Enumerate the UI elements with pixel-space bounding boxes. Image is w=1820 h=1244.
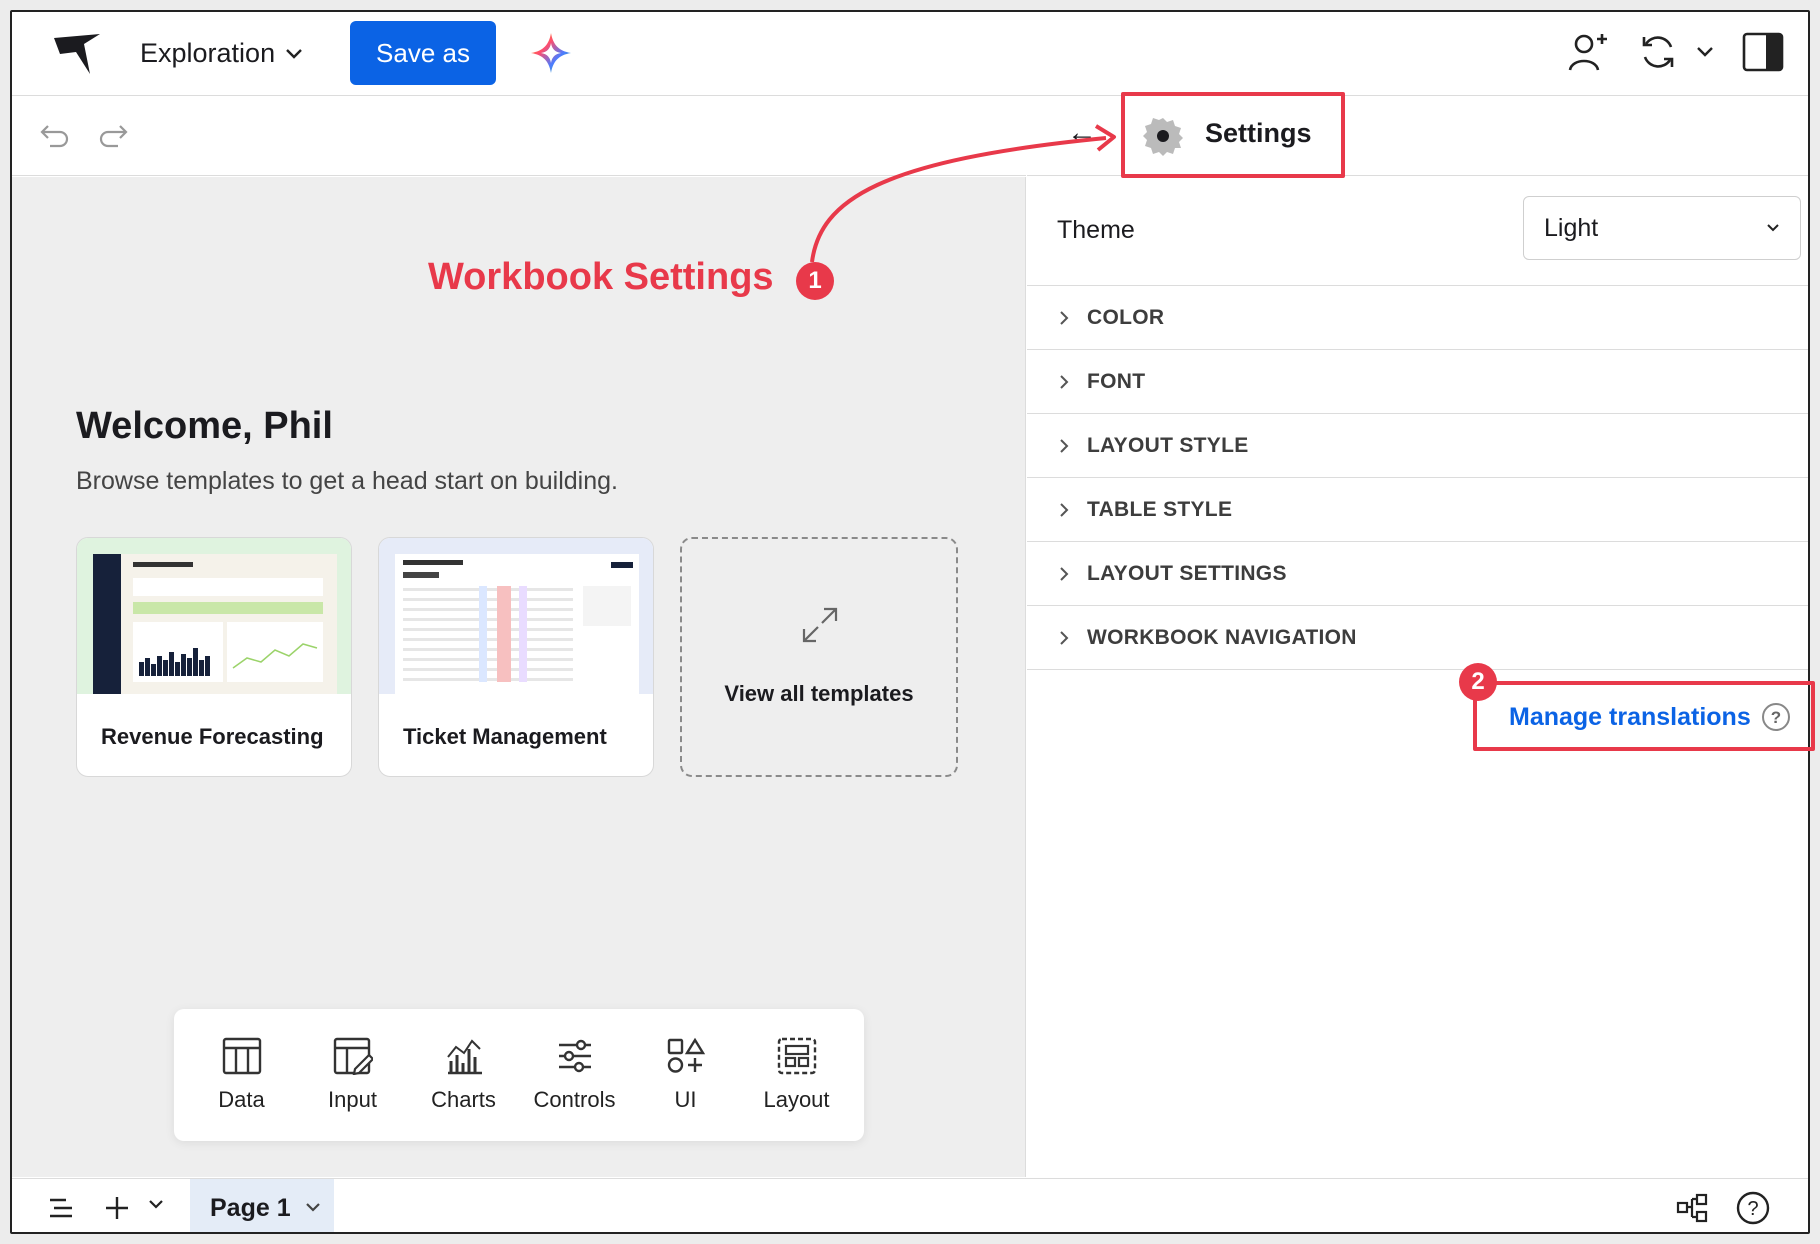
annotation-workbook-settings-label: Workbook Settings <box>428 256 774 298</box>
annotation-badge-1: 1 <box>796 262 834 300</box>
annotation-badge-2: 2 <box>1459 663 1497 701</box>
annotation-arrow <box>810 124 1116 263</box>
annotation-translations-box <box>1473 681 1815 751</box>
